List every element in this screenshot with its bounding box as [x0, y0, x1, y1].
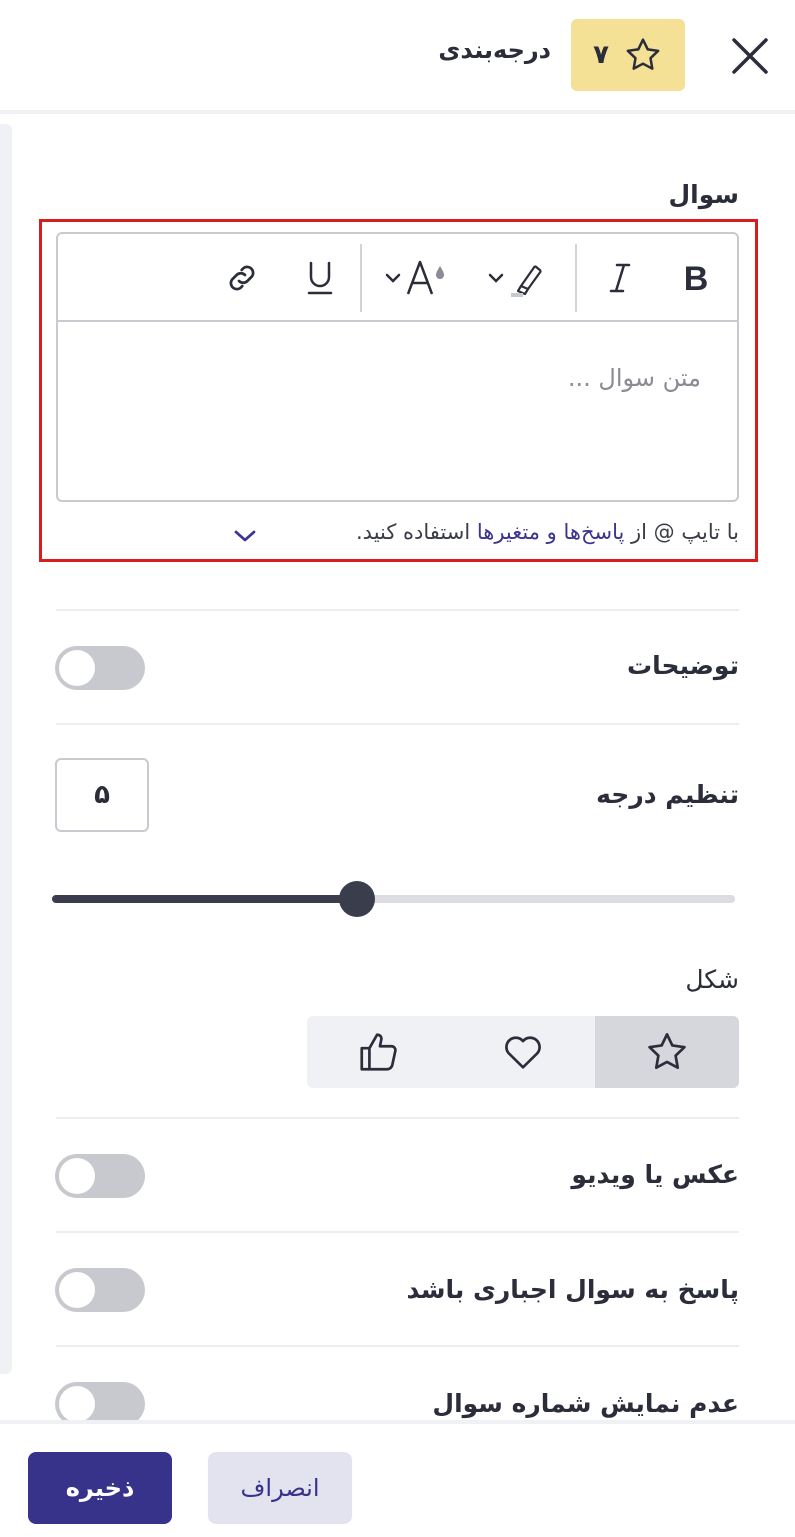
divider [56, 609, 739, 611]
divider [56, 1231, 739, 1233]
close-icon [732, 38, 768, 74]
highlighter-icon [511, 265, 542, 297]
toggle-knob [59, 1386, 95, 1422]
panel-title: درجه‌بندی [438, 36, 551, 64]
italic-button[interactable] [598, 252, 642, 304]
grade-count-input[interactable]: ۵ [55, 758, 149, 832]
slider-thumb[interactable] [339, 881, 375, 917]
heart-icon [505, 1036, 541, 1069]
chevron-down-icon [488, 273, 504, 283]
font-color-icon [406, 260, 444, 295]
shape-option-heart[interactable] [451, 1016, 595, 1088]
thumbs-up-icon [360, 1033, 397, 1071]
scrollbar[interactable] [0, 124, 12, 1374]
star-icon [626, 38, 660, 70]
svg-text:B: B [684, 261, 709, 295]
panel-footer: ذخیره انصراف [0, 1420, 795, 1537]
underline-icon [307, 261, 333, 295]
cancel-button[interactable]: انصراف [208, 1452, 352, 1524]
font-color-button[interactable] [376, 252, 456, 304]
question-editor: B متن سوال ... [56, 232, 739, 502]
bold-icon: B [684, 261, 709, 295]
expand-hint-button[interactable] [232, 526, 258, 546]
hint-prefix: با تایپ @ از [624, 520, 739, 544]
slider-fill [52, 895, 357, 903]
description-toggle[interactable] [55, 646, 145, 690]
required-label: پاسخ به سوال اجباری باشد [406, 1275, 739, 1304]
question-label: سوال [668, 180, 739, 209]
editor-toolbar: B [58, 234, 737, 322]
question-type-badge: ۷ [571, 19, 685, 91]
highlight-color-button[interactable] [478, 252, 558, 304]
media-toggle[interactable] [55, 1154, 145, 1198]
shape-label: شکل [685, 965, 739, 994]
divider [56, 1117, 739, 1119]
hide-number-label: عدم نمایش شماره سوال [432, 1389, 739, 1418]
italic-icon [609, 263, 631, 293]
save-button[interactable]: ذخیره [28, 1452, 172, 1524]
description-label: توضیحات [627, 651, 739, 680]
panel-header: ۷ درجه‌بندی [0, 0, 795, 114]
required-toggle[interactable] [55, 1268, 145, 1312]
underline-button[interactable] [298, 252, 342, 304]
grade-label: تنظیم درجه [596, 780, 739, 809]
close-button[interactable] [726, 32, 774, 80]
link-icon [229, 265, 255, 291]
star-icon [648, 1033, 686, 1070]
media-label: عکس یا ویدیو [571, 1160, 739, 1189]
shape-option-star[interactable] [595, 1016, 739, 1088]
mention-hint: با تایپ @ از پاسخ‌ها و متغیرها استفاده ک… [356, 520, 739, 544]
shape-selector [307, 1016, 739, 1088]
toggle-knob [59, 1272, 95, 1308]
hint-suffix: استفاده کنید. [356, 520, 477, 544]
toggle-knob [59, 650, 95, 686]
editor-placeholder: متن سوال ... [567, 364, 701, 392]
variables-link[interactable]: پاسخ‌ها و متغیرها [477, 520, 624, 544]
grade-slider[interactable] [52, 881, 735, 917]
question-text-input[interactable]: متن سوال ... [58, 324, 737, 500]
divider [56, 1345, 739, 1347]
chevron-down-icon [385, 273, 401, 283]
question-number: ۷ [593, 40, 609, 70]
toolbar-separator [575, 244, 577, 312]
link-button[interactable] [220, 252, 264, 304]
divider [56, 723, 739, 725]
shape-option-thumb[interactable] [307, 1016, 451, 1088]
toggle-knob [59, 1158, 95, 1194]
bold-button[interactable]: B [674, 252, 718, 304]
chevron-down-icon [234, 530, 256, 542]
toolbar-separator [360, 244, 362, 312]
